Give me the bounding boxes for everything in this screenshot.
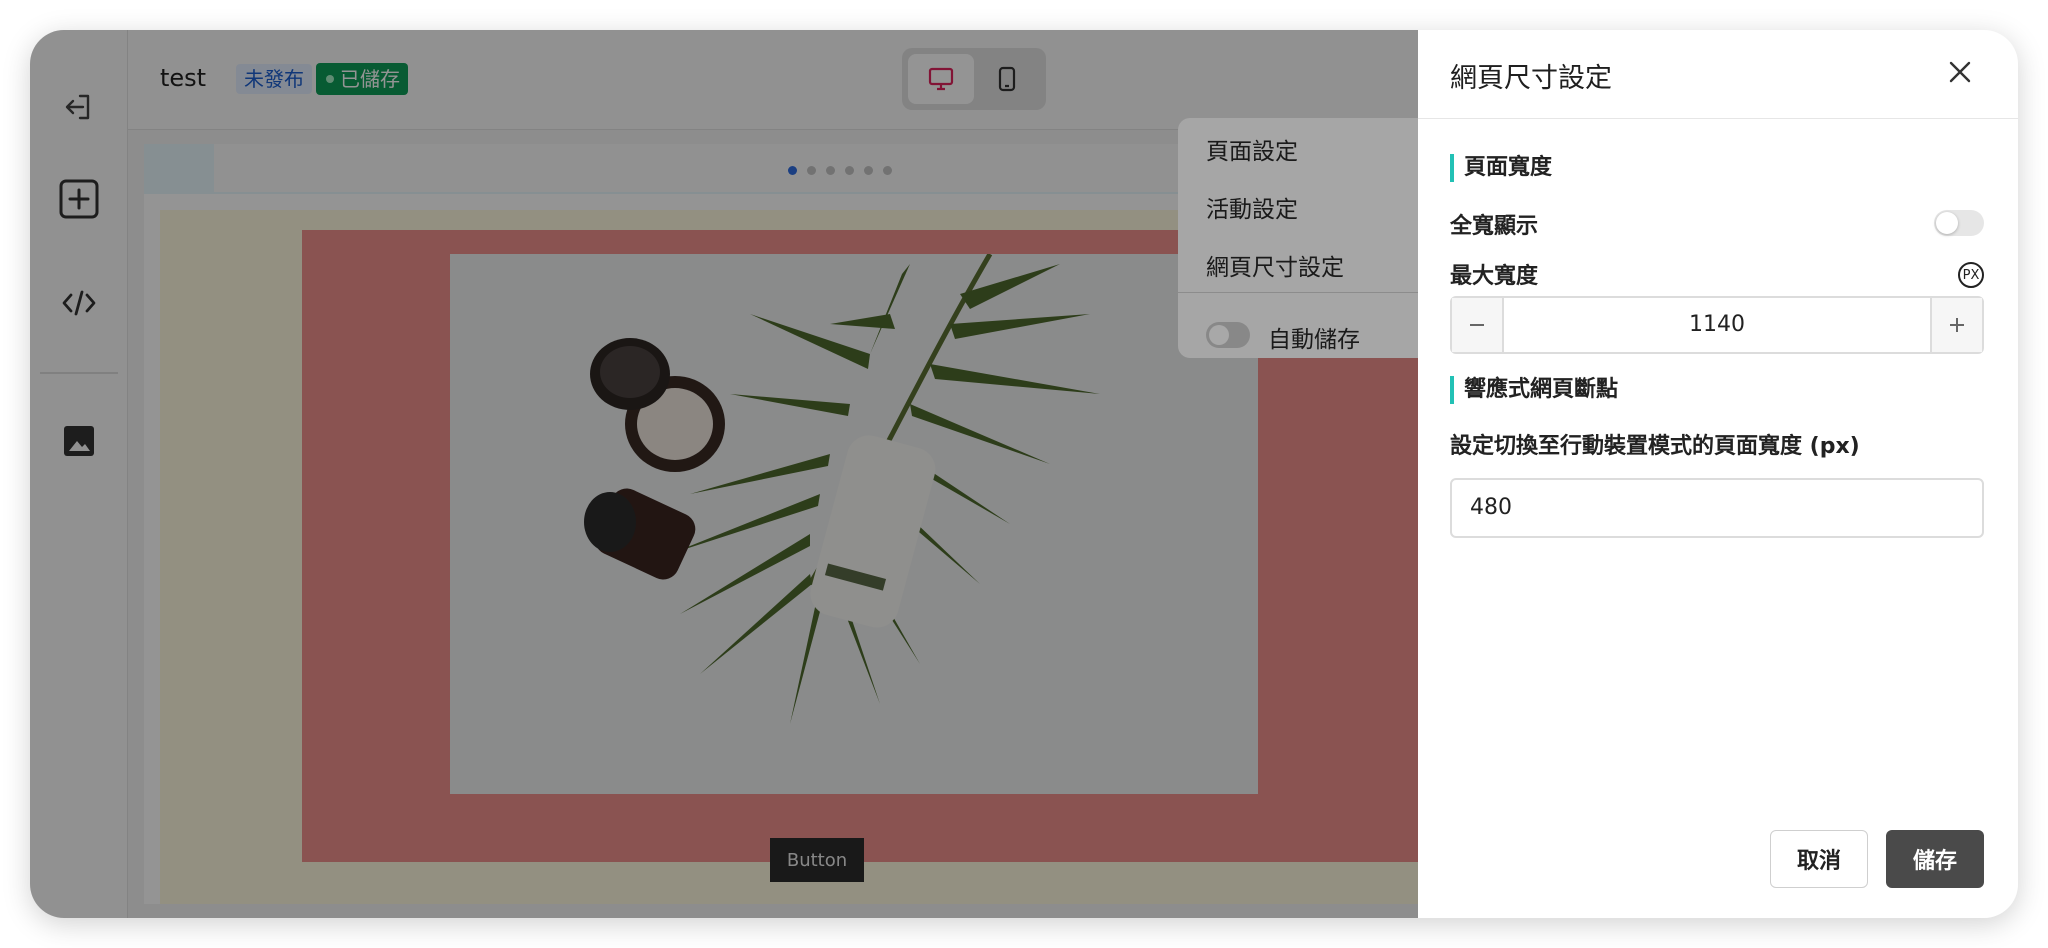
- decrement-button[interactable]: [1452, 298, 1504, 352]
- menu-item-event-settings[interactable]: 活動設定: [1206, 190, 1298, 224]
- menu-item-page-size[interactable]: 網頁尺寸設定: [1206, 248, 1344, 282]
- section-title-width: 頁面寬度: [1450, 154, 1552, 182]
- fullwidth-toggle[interactable]: [1934, 210, 1984, 236]
- menu-item-page-settings[interactable]: 頁面設定: [1206, 132, 1298, 166]
- settings-menu: 頁面設定 活動設定 網頁尺寸設定 自動儲存: [1178, 118, 1458, 358]
- minus-icon: [1470, 324, 1484, 326]
- close-icon: [1949, 61, 1971, 83]
- breakpoint-label: 設定切換至行動裝置模式的頁面寬度 (px): [1450, 434, 1860, 459]
- max-width-input[interactable]: 1140: [1504, 298, 1930, 352]
- plus-icon: [1950, 318, 1964, 332]
- close-button[interactable]: [1940, 52, 1980, 92]
- autosave-toggle[interactable]: [1206, 322, 1250, 348]
- page-size-panel: 網頁尺寸設定 頁面寬度 全寬顯示 最大寬度 PX 1140 響應式網頁斷點 設定…: [1418, 30, 2018, 918]
- cancel-button[interactable]: 取消: [1770, 830, 1868, 888]
- unit-px-icon: PX: [1958, 262, 1984, 288]
- section-title-breakpoint: 響應式網頁斷點: [1450, 376, 1618, 404]
- increment-button[interactable]: [1930, 298, 1982, 352]
- max-width-stepper: 1140: [1450, 296, 1984, 354]
- save-button[interactable]: 儲存: [1886, 830, 1984, 888]
- fullwidth-label: 全寬顯示: [1450, 214, 1539, 239]
- menu-divider: [1178, 292, 1458, 293]
- panel-title: 網頁尺寸設定: [1450, 63, 1612, 94]
- panel-header-divider: [1418, 118, 2018, 119]
- breakpoint-input[interactable]: 480: [1450, 478, 1984, 538]
- max-width-label: 最大寬度: [1450, 264, 1539, 289]
- autosave-label: 自動儲存: [1268, 327, 1360, 353]
- editor-window: test 未發布 已儲存 Button 頁面設定 活動設定 網頁尺寸設定 自動儲…: [30, 30, 2018, 918]
